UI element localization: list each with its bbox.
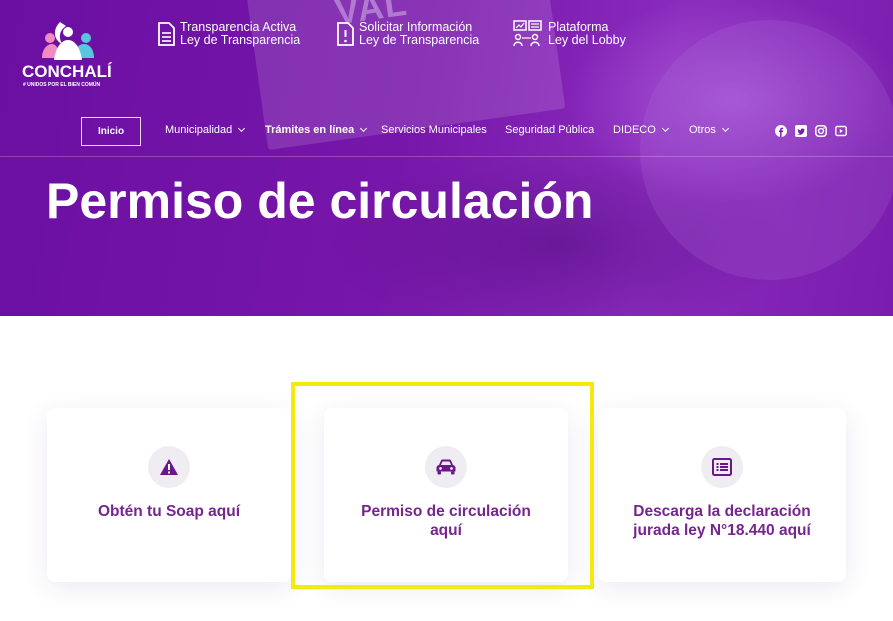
- hero-banner: VAL CONCHALÍ # UNIDOS POR EL BIEN COMÚN …: [0, 0, 893, 316]
- nav-municipalidad[interactable]: Municipalidad: [165, 124, 246, 136]
- logo-figures-icon: [42, 22, 94, 60]
- card-label-line1: Descarga la declaración: [633, 503, 811, 520]
- nav-seguridad-publica[interactable]: Seguridad Pública: [505, 124, 594, 136]
- hero-decoration: [640, 20, 893, 280]
- top-link-line2: Ley de Transparencia: [359, 33, 480, 47]
- org-chart-icon: [513, 20, 542, 47]
- plataforma-lobby-link[interactable]: Plataforma Ley del Lobby: [513, 19, 626, 49]
- list-icon: [712, 458, 732, 476]
- chevron-down-icon: [360, 124, 368, 133]
- conchali-logo[interactable]: CONCHALÍ # UNIDOS POR EL BIEN COMÚN: [18, 20, 118, 92]
- transparencia-activa-link[interactable]: Transparencia Activa Ley de Transparenci…: [157, 19, 300, 49]
- card-icon-circle: [701, 446, 743, 488]
- document-icon: [158, 22, 175, 46]
- header-divider: [0, 156, 893, 157]
- twitter-icon[interactable]: [795, 125, 807, 137]
- nav-item-label: Servicios Municipales: [381, 124, 487, 136]
- page-title: Permiso de circulación: [46, 173, 594, 229]
- nav-item-label: DIDECO: [613, 124, 656, 136]
- nav-item-label: Municipalidad: [165, 124, 233, 136]
- card-label: Descarga la declaración jurada ley N°18.…: [633, 502, 811, 540]
- nav-item-label: Trámites en línea: [265, 124, 355, 136]
- card-label-line2: jurada ley N°18.440 aquí: [633, 522, 811, 539]
- declaracion-jurada-card[interactable]: Descarga la declaración jurada ley N°18.…: [598, 408, 846, 582]
- top-link-line2: Ley de Transparencia: [180, 33, 301, 47]
- chevron-down-icon: [661, 124, 669, 133]
- card-icon-circle: [148, 446, 190, 488]
- main-nav: Municipalidad Trámites en línea Servicio…: [0, 116, 893, 146]
- warning-icon: [160, 459, 178, 475]
- nav-otros[interactable]: Otros: [689, 124, 729, 136]
- facebook-icon[interactable]: [775, 125, 787, 137]
- nav-servicios-municipales[interactable]: Servicios Municipales: [381, 124, 487, 136]
- logo-name: CONCHALÍ: [22, 62, 112, 81]
- chevron-down-icon: [238, 124, 246, 133]
- highlight-box: [291, 382, 594, 589]
- chevron-down-icon: [721, 124, 729, 133]
- alert-document-icon: [337, 22, 354, 46]
- card-label: Obtén tu Soap aquí: [98, 502, 240, 521]
- soap-card[interactable]: Obtén tu Soap aquí: [47, 408, 291, 582]
- nav-item-label: Seguridad Pública: [505, 124, 595, 136]
- logo-tagline: # UNIDOS POR EL BIEN COMÚN: [23, 82, 101, 88]
- solicitar-informacion-link[interactable]: Solicitar Información Ley de Transparenc…: [336, 19, 479, 49]
- nav-tramites-en-linea[interactable]: Trámites en línea: [265, 124, 368, 136]
- top-link-line2: Ley del Lobby: [548, 33, 626, 47]
- youtube-icon[interactable]: [835, 125, 847, 137]
- nav-dideco[interactable]: DIDECO: [613, 124, 669, 136]
- card-label-line1: Obtén tu Soap aquí: [97, 503, 241, 520]
- instagram-icon[interactable]: [815, 125, 827, 137]
- nav-item-label: Otros: [689, 124, 716, 136]
